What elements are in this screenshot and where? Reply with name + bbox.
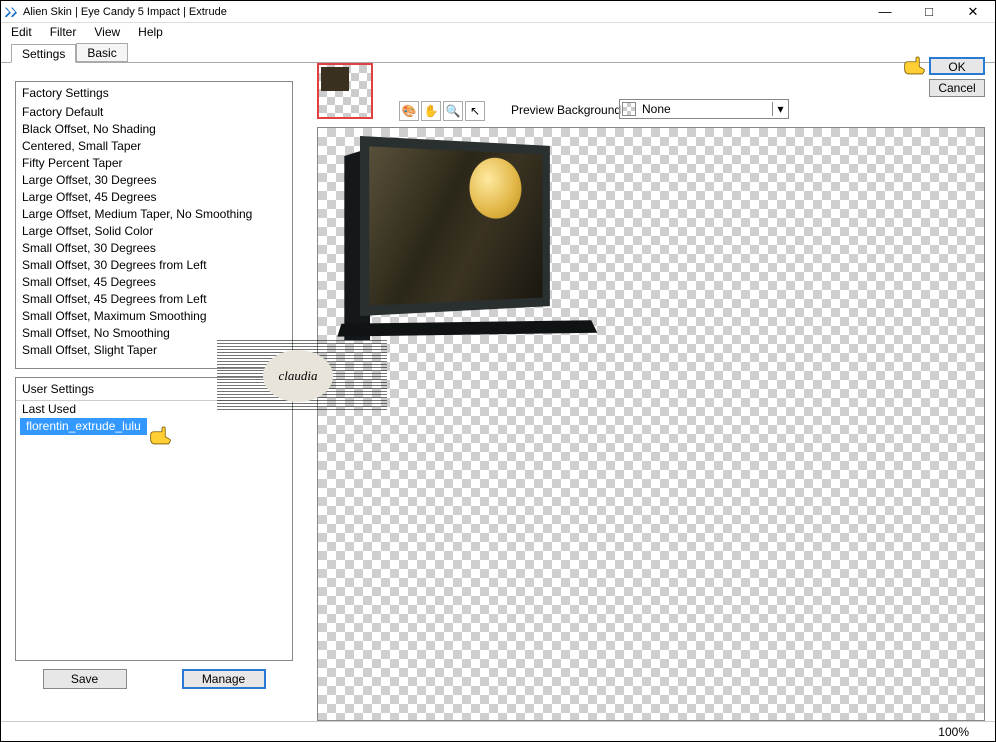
preview-bg-label: Preview Background:: [511, 103, 624, 117]
menu-filter[interactable]: Filter: [50, 25, 77, 39]
window-title: Alien Skin | Eye Candy 5 Impact | Extrud…: [23, 6, 863, 18]
list-item[interactable]: Factory Default: [16, 104, 292, 121]
list-item[interactable]: Large Offset, Solid Color: [16, 223, 292, 240]
list-item[interactable]: Small Offset, 45 Degrees from Left: [16, 291, 292, 308]
list-item[interactable]: Small Offset, Slight Taper: [16, 342, 292, 359]
preview-bg-select[interactable]: None ▾: [619, 99, 789, 119]
list-item[interactable]: Small Offset, No Smoothing: [16, 325, 292, 342]
thumbnail-image: [321, 67, 349, 91]
menubar: Edit Filter View Help: [1, 23, 995, 41]
menu-edit[interactable]: Edit: [11, 25, 32, 39]
preview-bg-value: None: [642, 102, 671, 116]
menu-help[interactable]: Help: [138, 25, 163, 39]
list-item[interactable]: Small Offset, 30 Degrees from Left: [16, 257, 292, 274]
factory-settings-header: Factory Settings: [16, 82, 292, 104]
tab-row: Settings Basic: [1, 41, 995, 63]
list-item-selected[interactable]: florentin_extrude_lulu: [20, 418, 147, 435]
tab-settings[interactable]: Settings: [11, 44, 76, 63]
close-button[interactable]: ✕: [951, 1, 995, 23]
swatch-icon: [622, 102, 636, 116]
factory-settings-list[interactable]: Factory Settings Factory Default Black O…: [15, 81, 293, 369]
list-item[interactable]: Small Offset, 30 Degrees: [16, 240, 292, 257]
tool-color-icon[interactable]: 🎨: [399, 101, 419, 121]
manage-button[interactable]: Manage: [182, 669, 266, 689]
user-settings-header: User Settings: [16, 378, 292, 401]
tool-pointer-icon[interactable]: ↖: [465, 101, 485, 121]
list-item[interactable]: Small Offset, Maximum Smoothing: [16, 308, 292, 325]
body-area: OK Cancel 🎨 ✋ 🔍 ↖ Preview Background: No…: [1, 63, 995, 721]
list-item[interactable]: Large Offset, Medium Taper, No Smoothing: [16, 206, 292, 223]
tab-basic[interactable]: Basic: [76, 43, 127, 62]
tool-zoom-icon[interactable]: 🔍: [443, 101, 463, 121]
titlebar: Alien Skin | Eye Candy 5 Impact | Extrud…: [1, 1, 995, 23]
cancel-button[interactable]: Cancel: [929, 79, 985, 97]
user-settings-list[interactable]: User Settings Last Used florentin_extrud…: [15, 377, 293, 661]
list-item[interactable]: Fifty Percent Taper: [16, 155, 292, 172]
list-item[interactable]: Last Used: [16, 401, 292, 418]
preview-object: [320, 136, 610, 376]
list-item[interactable]: Black Offset, No Shading: [16, 121, 292, 138]
ok-button[interactable]: OK: [929, 57, 985, 75]
preview-canvas[interactable]: [317, 127, 985, 721]
zoom-level: 100%: [938, 725, 969, 739]
tool-hand-icon[interactable]: ✋: [421, 101, 441, 121]
maximize-button[interactable]: □: [907, 1, 951, 23]
status-bar: 100%: [1, 721, 995, 741]
list-item[interactable]: Large Offset, 30 Degrees: [16, 172, 292, 189]
list-item[interactable]: Centered, Small Taper: [16, 138, 292, 155]
list-item[interactable]: Large Offset, 45 Degrees: [16, 189, 292, 206]
thumbnail[interactable]: [317, 63, 373, 119]
minimize-button[interactable]: —: [863, 1, 907, 23]
app-icon: [3, 5, 17, 19]
chevron-down-icon: ▾: [772, 102, 788, 116]
menu-view[interactable]: View: [94, 25, 120, 39]
list-item[interactable]: Small Offset, 45 Degrees: [16, 274, 292, 291]
save-button[interactable]: Save: [43, 669, 127, 689]
